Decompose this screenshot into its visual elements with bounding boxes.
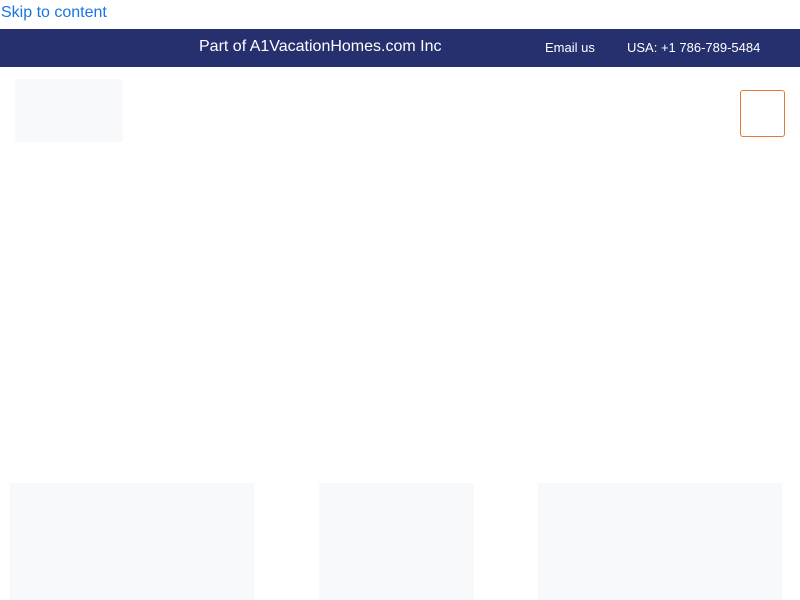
top-info-bar: Part of A1VacationHomes.com Inc Email us… (0, 29, 800, 67)
phone-link[interactable]: USA: +1 786-789-5484 (627, 40, 760, 55)
skip-to-content-link[interactable]: Skip to content (1, 4, 107, 22)
content-card (538, 483, 782, 600)
menu-toggle-button[interactable] (740, 90, 785, 137)
email-us-link[interactable]: Email us (545, 40, 595, 55)
content-card (319, 483, 474, 600)
topbar-company-text: Part of A1VacationHomes.com Inc (199, 38, 442, 55)
content-card (10, 483, 254, 600)
site-logo[interactable] (15, 79, 123, 142)
